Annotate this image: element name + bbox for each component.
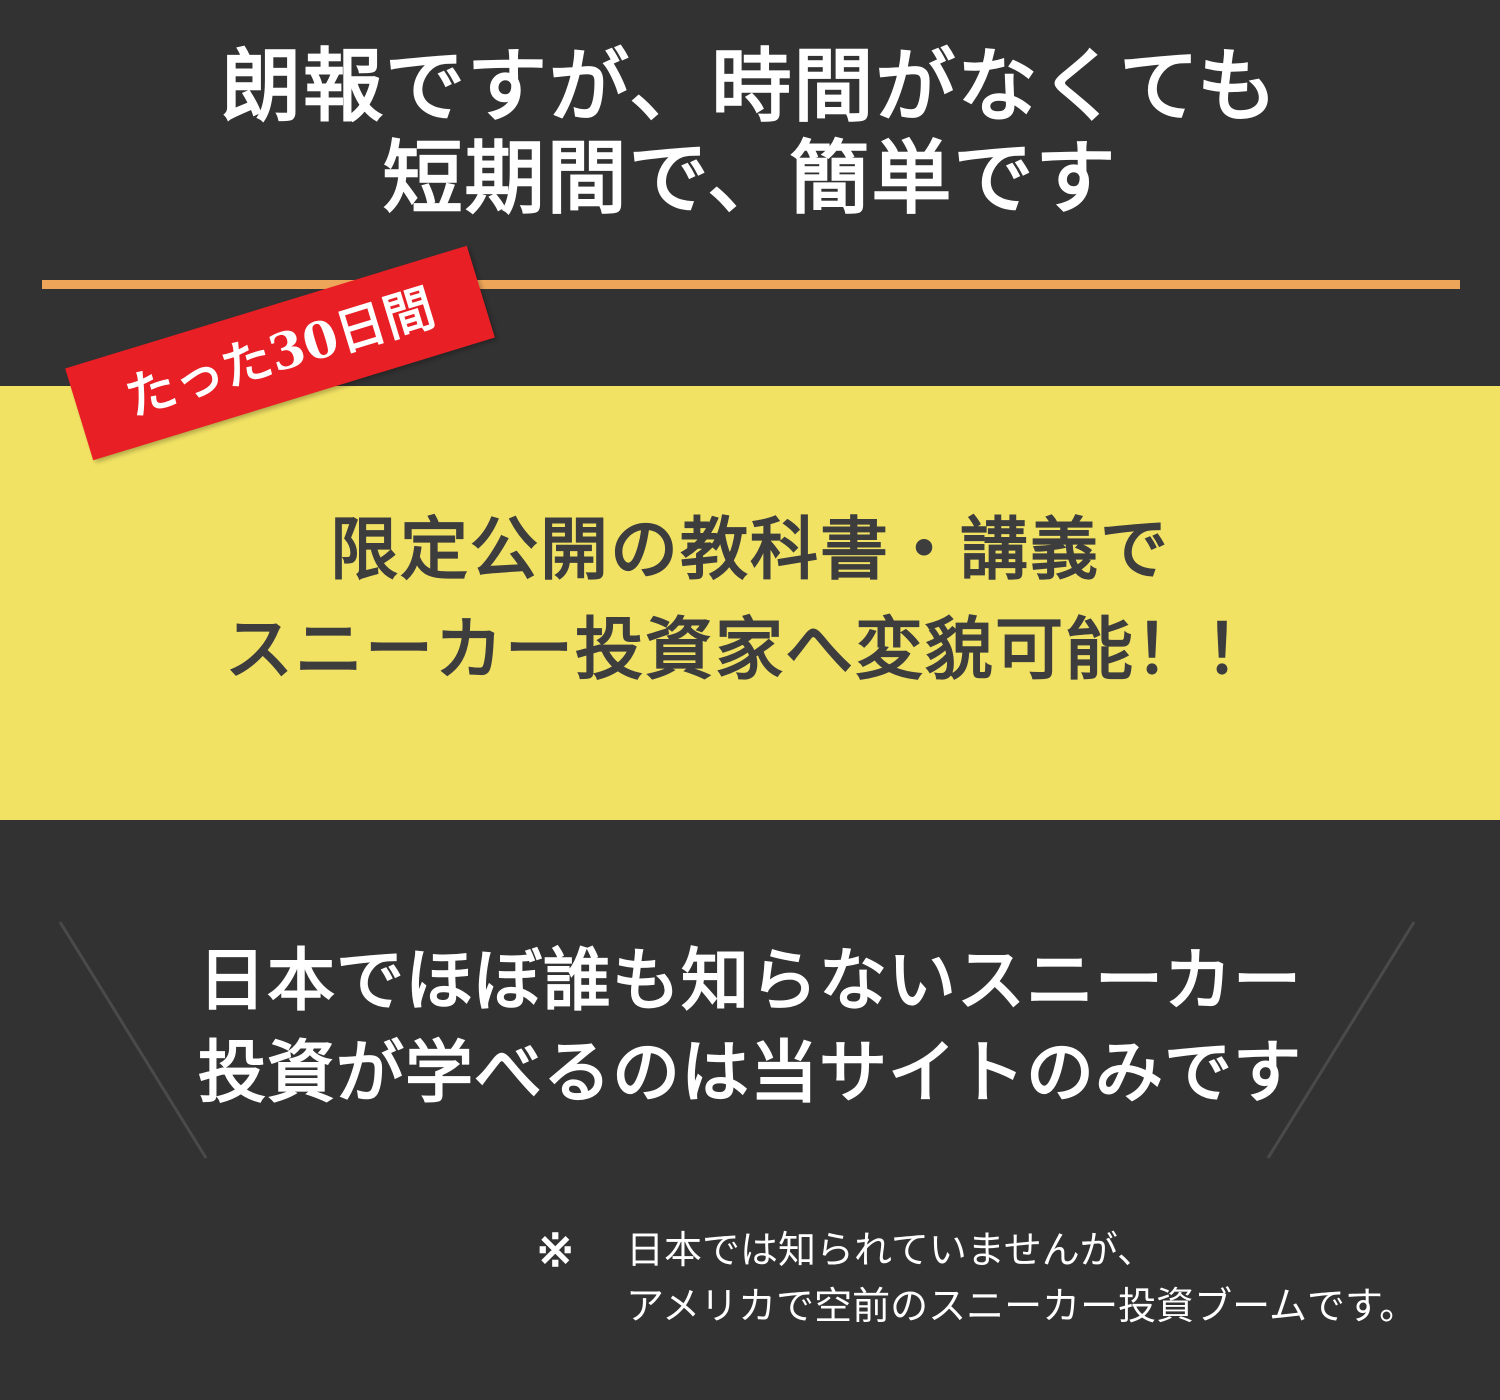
footnote-line-1: 日本では知られていませんが、: [626, 1228, 1155, 1272]
headline-line-1: 朗報ですが、時間がなくても: [221, 39, 1279, 133]
panel-text: 限定公開の教科書・講義で スニーカー投資家へ変貌可能！！: [0, 500, 1500, 700]
panel-line-1: 限定公開の教科書・講義で: [329, 510, 1170, 590]
claim-line-2: 投資が学べるのは当サイトのみです: [197, 1033, 1302, 1113]
note-mark: ※: [536, 1223, 575, 1277]
footnote-line-2: アメリカで空前のスニーカー投資ブームです。: [626, 1284, 1418, 1328]
headline-line-2: 短期間で、簡単です: [382, 131, 1118, 225]
claim-line-1: 日本でほぼ誰も知らないスニーカー: [197, 941, 1302, 1021]
headline: 朗報ですが、時間がなくても 短期間で、簡単です: [0, 40, 1500, 224]
footnote: 日本では知られていませんが、 アメリカで空前のスニーカー投資ブームです。: [626, 1222, 1417, 1334]
claim-text: 日本でほぼ誰も知らないスニーカー 投資が学べるのは当サイトのみです: [0, 935, 1500, 1119]
divider-line: [42, 280, 1460, 289]
panel-line-2: スニーカー投資家へ変貌可能！！: [224, 610, 1275, 690]
